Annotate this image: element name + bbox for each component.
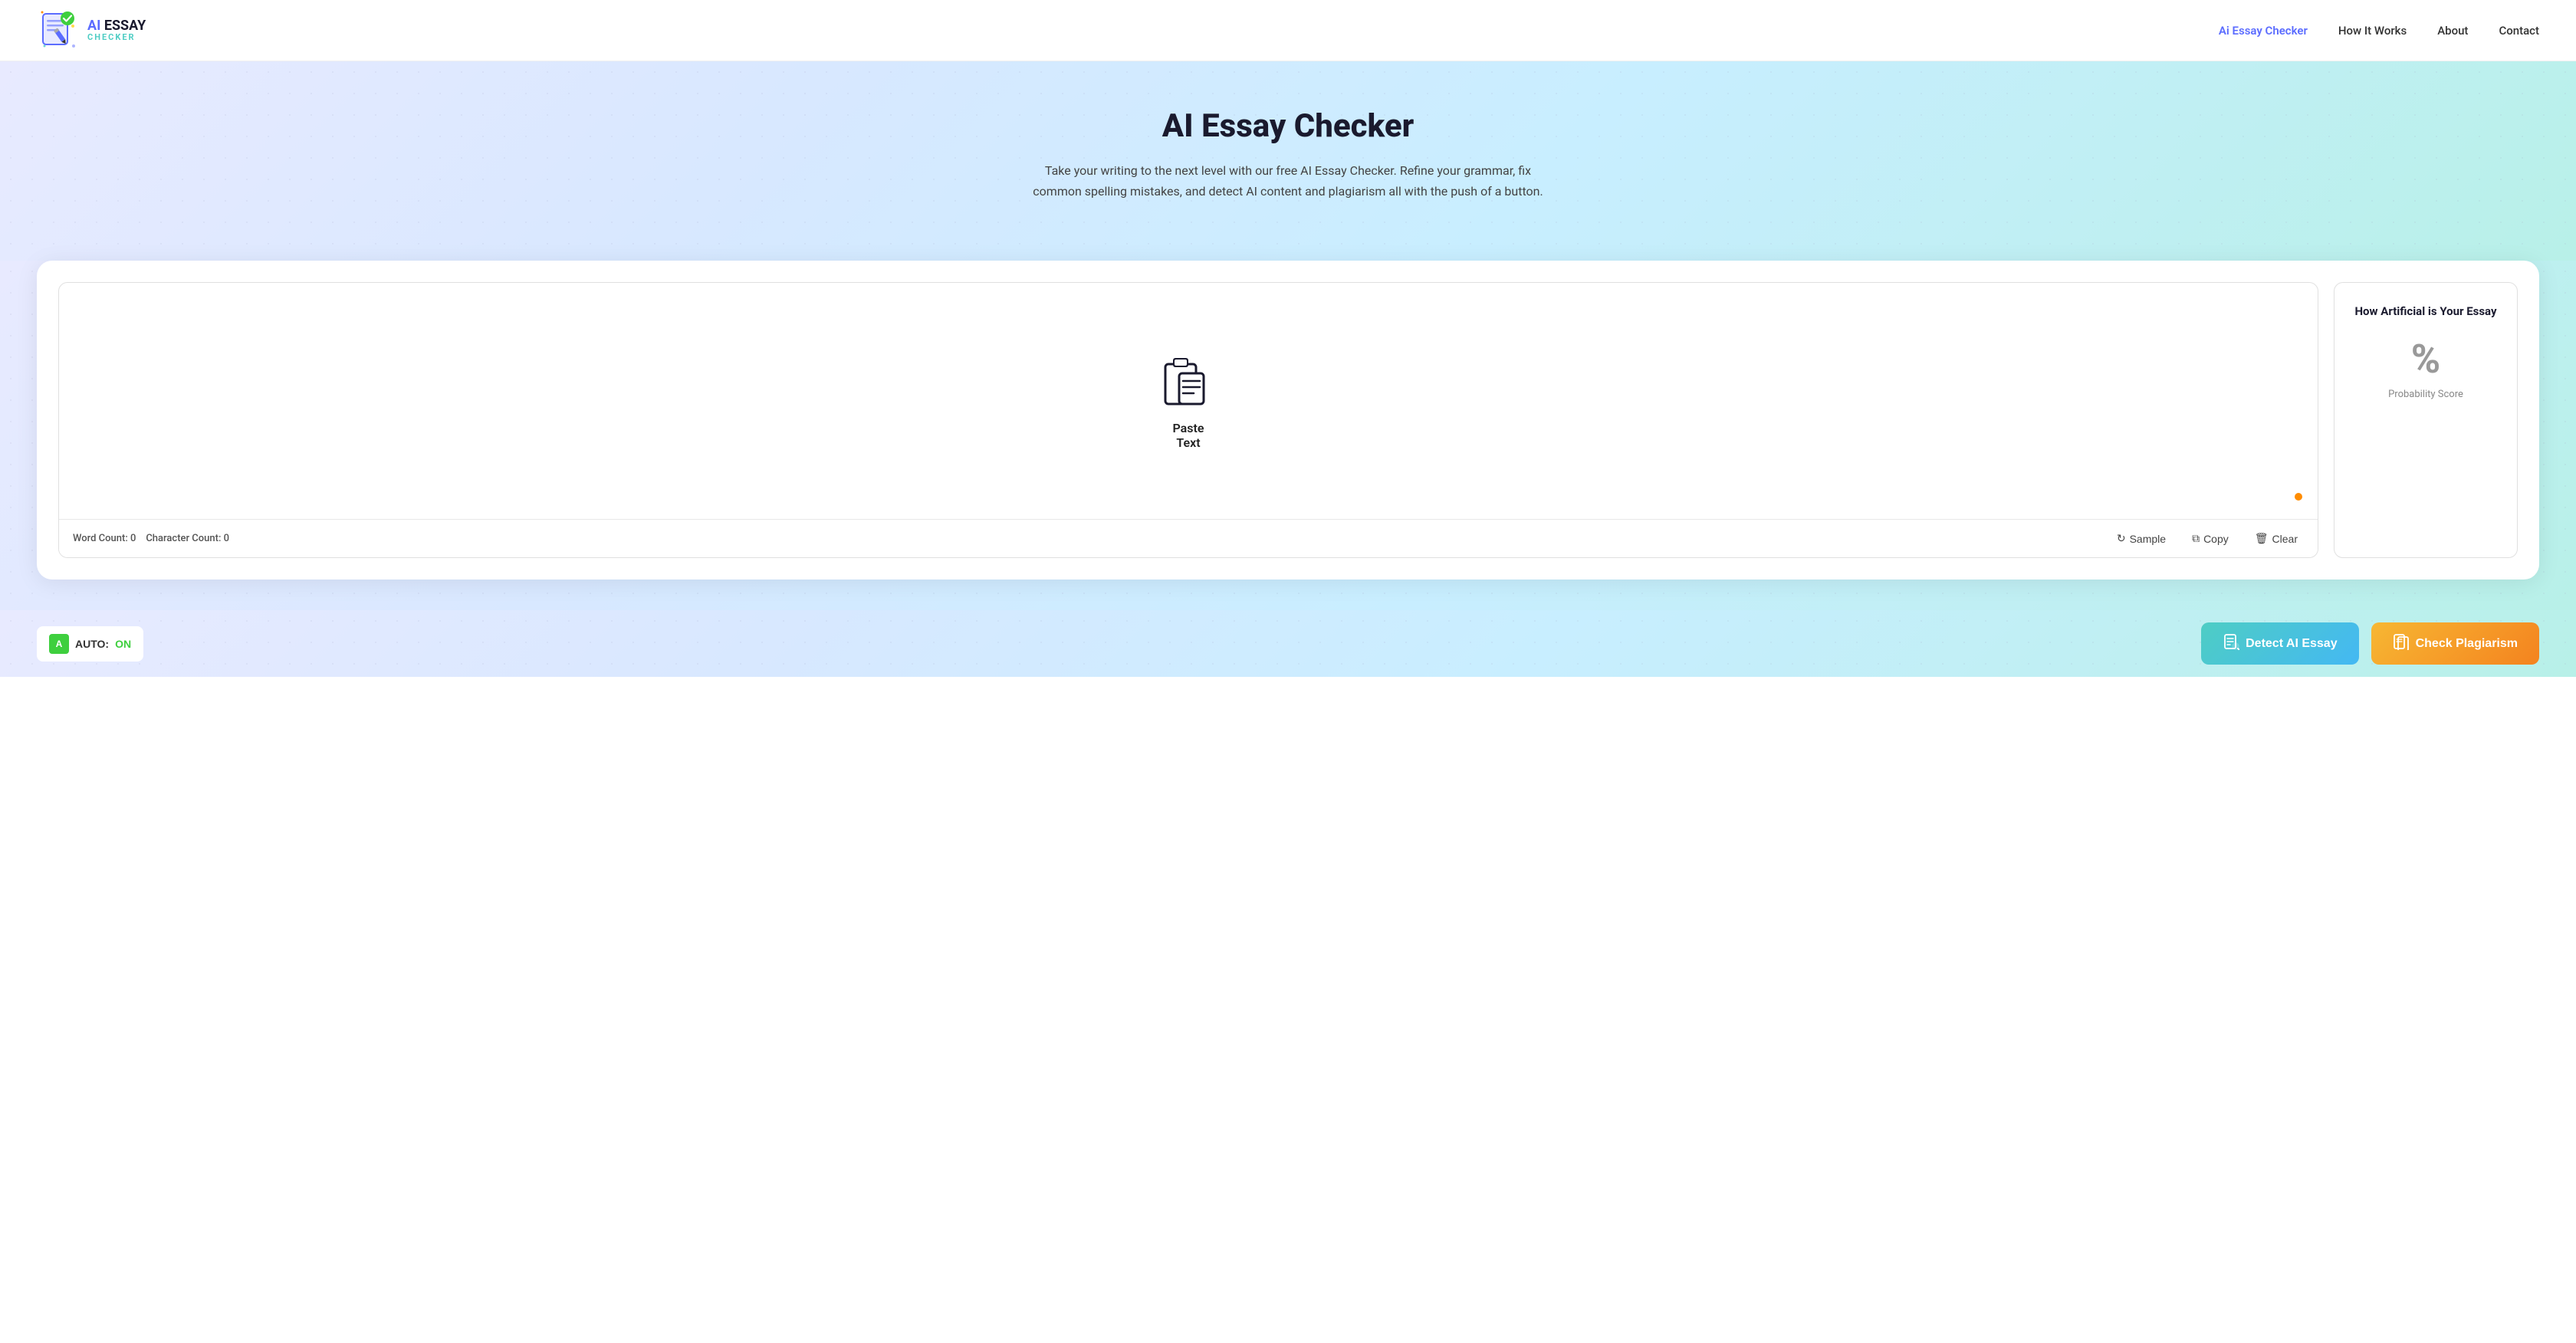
nav-item-ai-essay-checker[interactable]: Ai Essay Checker xyxy=(2219,24,2308,38)
char-count-label: Character Count: 0 xyxy=(146,533,229,544)
score-panel-title: How Artificial is Your Essay xyxy=(2354,304,2496,318)
header: AI ESSAY CHECKER Ai Essay Checker How It… xyxy=(0,0,2576,61)
auto-toggle[interactable]: A AUTO: ON xyxy=(37,626,143,662)
trash-icon: 🗑 xyxy=(2255,532,2269,545)
logo-essay-text: ESSAY xyxy=(104,18,146,34)
copy-button[interactable]: ⧉ Copy xyxy=(2186,529,2235,548)
sample-icon: ↻ xyxy=(2117,532,2126,545)
copy-icon: ⧉ xyxy=(2192,532,2200,545)
main-section: PasteText Word Count: 0 Character Count:… xyxy=(0,261,2576,610)
paste-icon xyxy=(1158,352,1219,413)
check-plagiarism-button[interactable]: Check Plagiarism xyxy=(2371,622,2539,665)
hero-section: AI Essay Checker Take your writing to th… xyxy=(0,61,2576,261)
detect-btn-label: Detect AI Essay xyxy=(2246,637,2337,651)
plagiarism-btn-label: Check Plagiarism xyxy=(2416,637,2518,651)
main-card: PasteText Word Count: 0 Character Count:… xyxy=(37,261,2539,580)
score-panel: How Artificial is Your Essay % Probabili… xyxy=(2334,282,2518,558)
orange-dot-indicator xyxy=(2295,493,2302,501)
count-info: Word Count: 0 Character Count: 0 xyxy=(73,533,229,544)
bottom-toolbar-section: A AUTO: ON Detect AI Essay xyxy=(0,610,2576,677)
word-count-label: Word Count: 0 xyxy=(73,533,136,544)
plagiarism-icon xyxy=(2393,633,2410,654)
hero-title: AI Essay Checker xyxy=(37,107,2539,145)
probability-score-label: Probability Score xyxy=(2388,389,2463,400)
auto-status: ON xyxy=(115,638,131,650)
logo-area: AI ESSAY CHECKER xyxy=(37,9,146,52)
hero-subtitle: Take your writing to the next level with… xyxy=(1027,160,1549,202)
text-editor-area[interactable]: PasteText xyxy=(59,283,2318,519)
text-footer: Word Count: 0 Character Count: 0 ↻ Sampl… xyxy=(59,519,2318,557)
cta-buttons: Detect AI Essay Check Plagiarism xyxy=(2201,622,2539,665)
auto-icon: A xyxy=(49,634,69,654)
logo-text: AI ESSAY CHECKER xyxy=(87,18,146,43)
action-buttons: ↻ Sample ⧉ Copy 🗑 Clear xyxy=(2111,529,2304,548)
detect-ai-button[interactable]: Detect AI Essay xyxy=(2201,622,2358,665)
nav-item-contact[interactable]: Contact xyxy=(2499,24,2539,38)
text-editor-panel: PasteText Word Count: 0 Character Count:… xyxy=(58,282,2318,558)
detect-icon xyxy=(2223,633,2239,654)
percent-symbol: % xyxy=(2411,340,2440,379)
paste-placeholder[interactable]: PasteText xyxy=(1158,352,1219,450)
toolbar-inner: A AUTO: ON Detect AI Essay xyxy=(37,610,2539,677)
logo-checker-text: CHECKER xyxy=(87,33,146,42)
auto-label: AUTO: xyxy=(75,638,109,650)
paste-text-label: PasteText xyxy=(1173,421,1204,450)
logo-ai-text: AI xyxy=(87,18,104,34)
nav-item-about[interactable]: About xyxy=(2437,24,2468,38)
sample-button[interactable]: ↻ Sample xyxy=(2111,529,2172,548)
nav-item-how-it-works[interactable]: How It Works xyxy=(2338,24,2407,38)
main-nav: Ai Essay Checker How It Works About Cont… xyxy=(2219,24,2539,38)
clear-button[interactable]: 🗑 Clear xyxy=(2249,529,2304,548)
logo-icon xyxy=(37,9,80,52)
